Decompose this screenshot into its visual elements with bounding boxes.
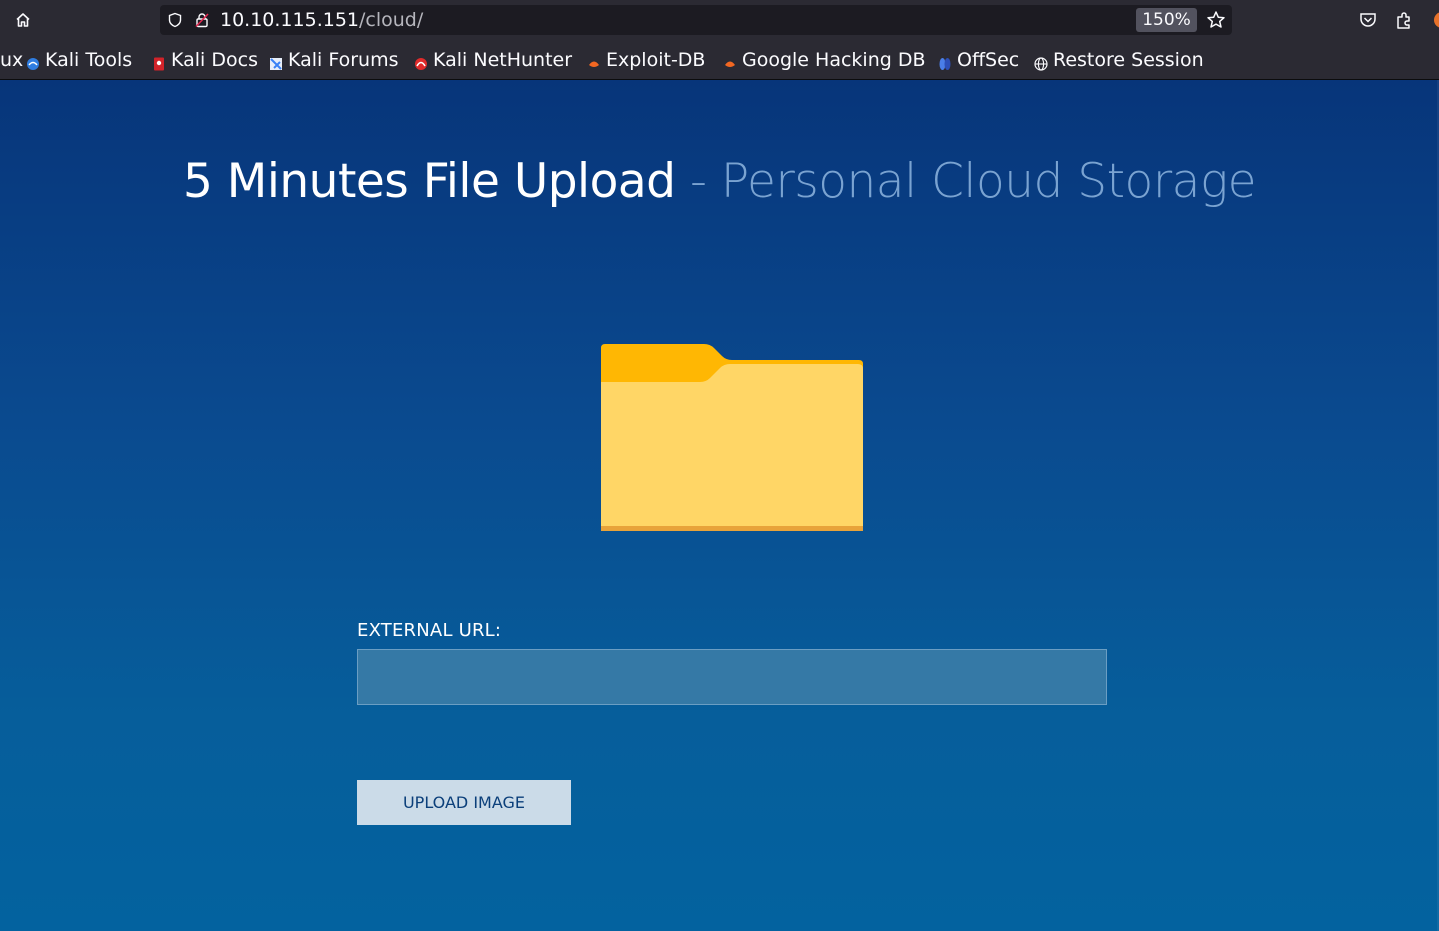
kali-docs-icon	[152, 53, 166, 71]
bookmark-label: Kali Forums	[288, 49, 399, 71]
url-path: /cloud/	[359, 9, 424, 31]
url-host: 10.10.115.151	[220, 9, 360, 31]
kali-forums-icon	[269, 53, 283, 70]
browser-toolbar: 10.10.115.151/cloud/ 150%	[0, 0, 1439, 40]
kali-tools-icon	[26, 53, 40, 70]
address-bar[interactable]: 10.10.115.151/cloud/ 150%	[160, 5, 1232, 35]
exploit-db-icon	[587, 53, 601, 67]
zoom-level-badge[interactable]: 150%	[1136, 8, 1197, 32]
pocket-icon[interactable]	[1357, 9, 1379, 31]
bookmark-kali-docs[interactable]: Kali Docs	[152, 48, 258, 72]
star-icon[interactable]	[1205, 9, 1227, 31]
bookmark-kali-linux[interactable]: ux	[0, 48, 23, 72]
bookmark-label: Kali Docs	[171, 49, 258, 71]
profile-icon[interactable]	[1431, 9, 1439, 31]
bookmark-label: Google Hacking DB	[742, 49, 926, 71]
bookmark-kali-tools[interactable]: Kali Tools	[26, 48, 132, 72]
upload-image-button[interactable]: UPLOAD IMAGE	[357, 780, 571, 825]
bookmark-restore-session[interactable]: Restore Session	[1034, 48, 1204, 72]
page-title: 5 Minutes File Upload - Personal Cloud S…	[0, 154, 1439, 209]
globe-icon	[1034, 53, 1048, 71]
bookmark-label: Restore Session	[1053, 49, 1204, 71]
bookmarks-bar: ux Kali Tools Kali Docs Kali Forums Kali…	[0, 40, 1439, 80]
ghdb-icon	[723, 53, 737, 67]
bookmark-kali-forums[interactable]: Kali Forums	[269, 48, 399, 72]
bookmark-label: Exploit-DB	[606, 49, 706, 71]
kali-nethunter-icon	[414, 53, 428, 70]
url-text[interactable]: 10.10.115.151/cloud/	[220, 8, 423, 32]
offsec-icon	[938, 53, 952, 70]
external-url-input[interactable]	[357, 649, 1107, 705]
bookmark-offsec[interactable]: OffSec	[938, 48, 1019, 72]
bookmark-label: Kali Tools	[45, 49, 133, 71]
home-icon[interactable]	[12, 9, 34, 31]
shield-icon[interactable]	[167, 12, 183, 28]
extensions-icon[interactable]	[1393, 9, 1415, 31]
page-content: 5 Minutes File Upload - Personal Cloud S…	[0, 80, 1439, 931]
lock-insecure-icon[interactable]	[194, 12, 210, 28]
page-title-sub: - Personal Cloud Storage	[689, 154, 1257, 209]
bookmark-label: Kali NetHunter	[433, 49, 573, 71]
external-url-label: EXTERNAL URL:	[357, 620, 502, 641]
bookmark-kali-nethunter[interactable]: Kali NetHunter	[414, 48, 572, 72]
bookmark-exploit-db[interactable]: Exploit-DB	[587, 48, 705, 72]
page-title-main: 5 Minutes File Upload	[182, 154, 676, 209]
bookmark-label: OffSec	[957, 49, 1020, 71]
bookmark-label: ux	[0, 49, 24, 71]
bookmark-google-hacking-db[interactable]: Google Hacking DB	[723, 48, 926, 72]
folder-icon	[600, 342, 864, 534]
